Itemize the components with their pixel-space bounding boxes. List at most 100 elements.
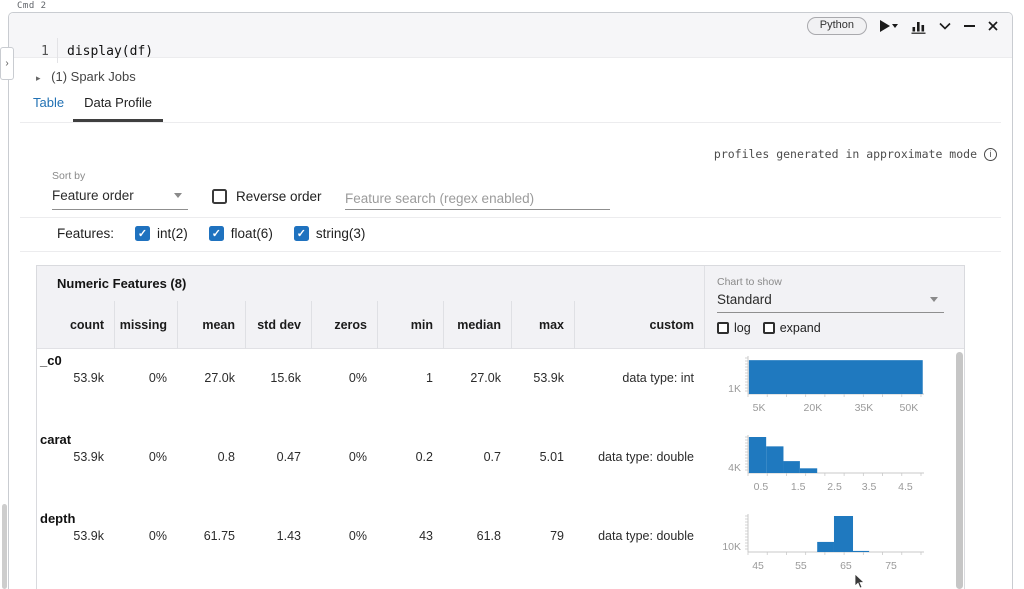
column-header-row: countmissingmeanstd devzerosminmedianmax… bbox=[37, 301, 704, 349]
chevron-right-icon: › bbox=[5, 58, 8, 69]
feature-filter-int[interactable]: ✓int(2) bbox=[135, 226, 188, 241]
collapse-output-button[interactable] bbox=[939, 22, 951, 30]
info-icon[interactable]: i bbox=[984, 148, 997, 161]
value-std-dev: 15.6k bbox=[245, 371, 311, 385]
feature-filter-string[interactable]: ✓string(3) bbox=[294, 226, 366, 241]
svg-text:20K: 20K bbox=[804, 402, 823, 414]
value-std-dev: 1.43 bbox=[245, 529, 311, 543]
chart-to-show-label: Chart to show bbox=[717, 276, 782, 288]
value-zeros: 0% bbox=[311, 450, 377, 464]
feature-name: carat bbox=[40, 432, 71, 447]
column-header-zeros: zeros bbox=[311, 301, 377, 349]
chart-type-value: Standard bbox=[717, 292, 772, 307]
feature-values: 53.9k0%0.80.470%0.20.75.01data type: dou… bbox=[37, 450, 704, 464]
expand-label: expand bbox=[780, 321, 821, 335]
svg-text:35K: 35K bbox=[855, 402, 874, 414]
value-median: 27.0k bbox=[443, 371, 511, 385]
feature-filter-float[interactable]: ✓ float(6) bbox=[209, 226, 273, 241]
value-median: 0.7 bbox=[443, 450, 511, 464]
svg-text:1K: 1K bbox=[728, 383, 741, 395]
spark-jobs-label: (1) Spark Jobs bbox=[51, 69, 136, 84]
table-title: Numeric Features (8) bbox=[57, 276, 186, 291]
features-label: Features: bbox=[57, 226, 114, 241]
controls-divider bbox=[20, 217, 1001, 218]
mouse-cursor bbox=[853, 574, 867, 589]
language-badge[interactable]: Python bbox=[807, 17, 867, 35]
column-header-max: max bbox=[511, 301, 574, 349]
cmd-label: Cmd 2 bbox=[17, 1, 47, 11]
value-custom: data type: double bbox=[574, 450, 704, 464]
result-tabs: Table Data Profile bbox=[33, 95, 163, 122]
filter-label: float(6) bbox=[231, 226, 273, 241]
value-median: 61.8 bbox=[443, 529, 511, 543]
tab-table[interactable]: Table bbox=[33, 95, 64, 120]
column-header-std-dev: std dev bbox=[245, 301, 311, 349]
value-min: 0.2 bbox=[377, 450, 443, 464]
feature-search-input[interactable] bbox=[345, 187, 610, 210]
chart-type-dropdown[interactable]: Standard bbox=[717, 292, 944, 313]
svg-text:55: 55 bbox=[795, 560, 807, 572]
sort-order-dropdown[interactable]: Feature order bbox=[52, 188, 188, 210]
reverse-order-checkbox[interactable] bbox=[212, 189, 227, 204]
value-max: 53.9k bbox=[511, 371, 574, 385]
column-header-min: min bbox=[377, 301, 443, 349]
cell-toolbar: Python bbox=[807, 17, 998, 35]
value-zeros: 0% bbox=[311, 529, 377, 543]
svg-text:45: 45 bbox=[752, 560, 764, 572]
value-missing: 0% bbox=[114, 450, 177, 464]
run-cell-button[interactable] bbox=[880, 20, 898, 32]
chart-options-button[interactable] bbox=[911, 19, 926, 34]
feature-row-depth: depth53.9k0%61.751.430%4361.879data type… bbox=[37, 507, 964, 586]
filter-checkbox[interactable]: ✓ bbox=[209, 226, 224, 241]
svg-text:2.5: 2.5 bbox=[827, 481, 842, 493]
value-mean: 0.8 bbox=[177, 450, 245, 464]
feature-name: _c0 bbox=[40, 353, 62, 368]
minus-icon bbox=[964, 25, 975, 27]
close-cell-button[interactable] bbox=[988, 21, 998, 31]
filter-checkbox[interactable]: ✓ bbox=[135, 226, 150, 241]
close-icon bbox=[988, 21, 998, 31]
filters-divider bbox=[20, 251, 1001, 252]
value-count: 53.9k bbox=[37, 450, 114, 464]
expand-checkbox[interactable] bbox=[763, 322, 775, 334]
filter-checkbox[interactable]: ✓ bbox=[294, 226, 309, 241]
left-scrollbar-strip[interactable] bbox=[2, 504, 7, 589]
value-max: 79 bbox=[511, 529, 574, 543]
code-text[interactable]: display(df) bbox=[67, 44, 153, 59]
value-min: 1 bbox=[377, 371, 443, 385]
gutter-divider bbox=[57, 38, 58, 63]
svg-text:65: 65 bbox=[840, 560, 852, 572]
sort-by-label: Sort by bbox=[52, 170, 85, 182]
line-number: 1 bbox=[41, 44, 49, 59]
value-missing: 0% bbox=[114, 529, 177, 543]
sort-order-value: Feature order bbox=[52, 188, 134, 203]
svg-text:10K: 10K bbox=[722, 541, 741, 553]
histogram-chart: 10K45556575 bbox=[704, 509, 959, 583]
dropdown-caret-icon bbox=[930, 297, 938, 302]
feature-name: depth bbox=[40, 511, 75, 526]
numeric-features-table: Numeric Features (8) countmissingmeanstd… bbox=[36, 265, 965, 589]
chart-option-checkboxes: log expand bbox=[717, 321, 821, 335]
feature-values: 53.9k0%27.0k15.6k0%127.0k53.9kdata type:… bbox=[37, 371, 704, 385]
value-max: 5.01 bbox=[511, 450, 574, 464]
column-header-missing: missing bbox=[114, 301, 177, 349]
notebook-output-area: Cmd 2 1 display(df) Python bbox=[0, 0, 1024, 589]
cell-collapse-handle[interactable]: › bbox=[0, 47, 14, 80]
column-header-count: count bbox=[37, 301, 114, 349]
spark-jobs-toggle[interactable]: ▸ (1) Spark Jobs bbox=[36, 69, 136, 84]
tab-data-profile[interactable]: Data Profile bbox=[73, 95, 163, 122]
minimize-cell-button[interactable] bbox=[964, 25, 975, 27]
svg-text:0.5: 0.5 bbox=[754, 481, 769, 493]
table-header: Numeric Features (8) countmissingmeanstd… bbox=[37, 266, 964, 349]
value-min: 43 bbox=[377, 529, 443, 543]
svg-text:5K: 5K bbox=[753, 402, 766, 414]
value-std-dev: 0.47 bbox=[245, 450, 311, 464]
table-vertical-scrollbar[interactable] bbox=[956, 352, 963, 589]
feature-row-carat: carat53.9k0%0.80.470%0.20.75.01data type… bbox=[37, 428, 964, 507]
svg-text:50K: 50K bbox=[900, 402, 919, 414]
bar-chart-icon bbox=[911, 19, 926, 34]
log-checkbox[interactable] bbox=[717, 322, 729, 334]
tabs-divider bbox=[20, 122, 1001, 123]
chart-controls: Chart to show Standard log expand bbox=[704, 266, 965, 349]
column-header-custom: custom bbox=[574, 301, 704, 349]
